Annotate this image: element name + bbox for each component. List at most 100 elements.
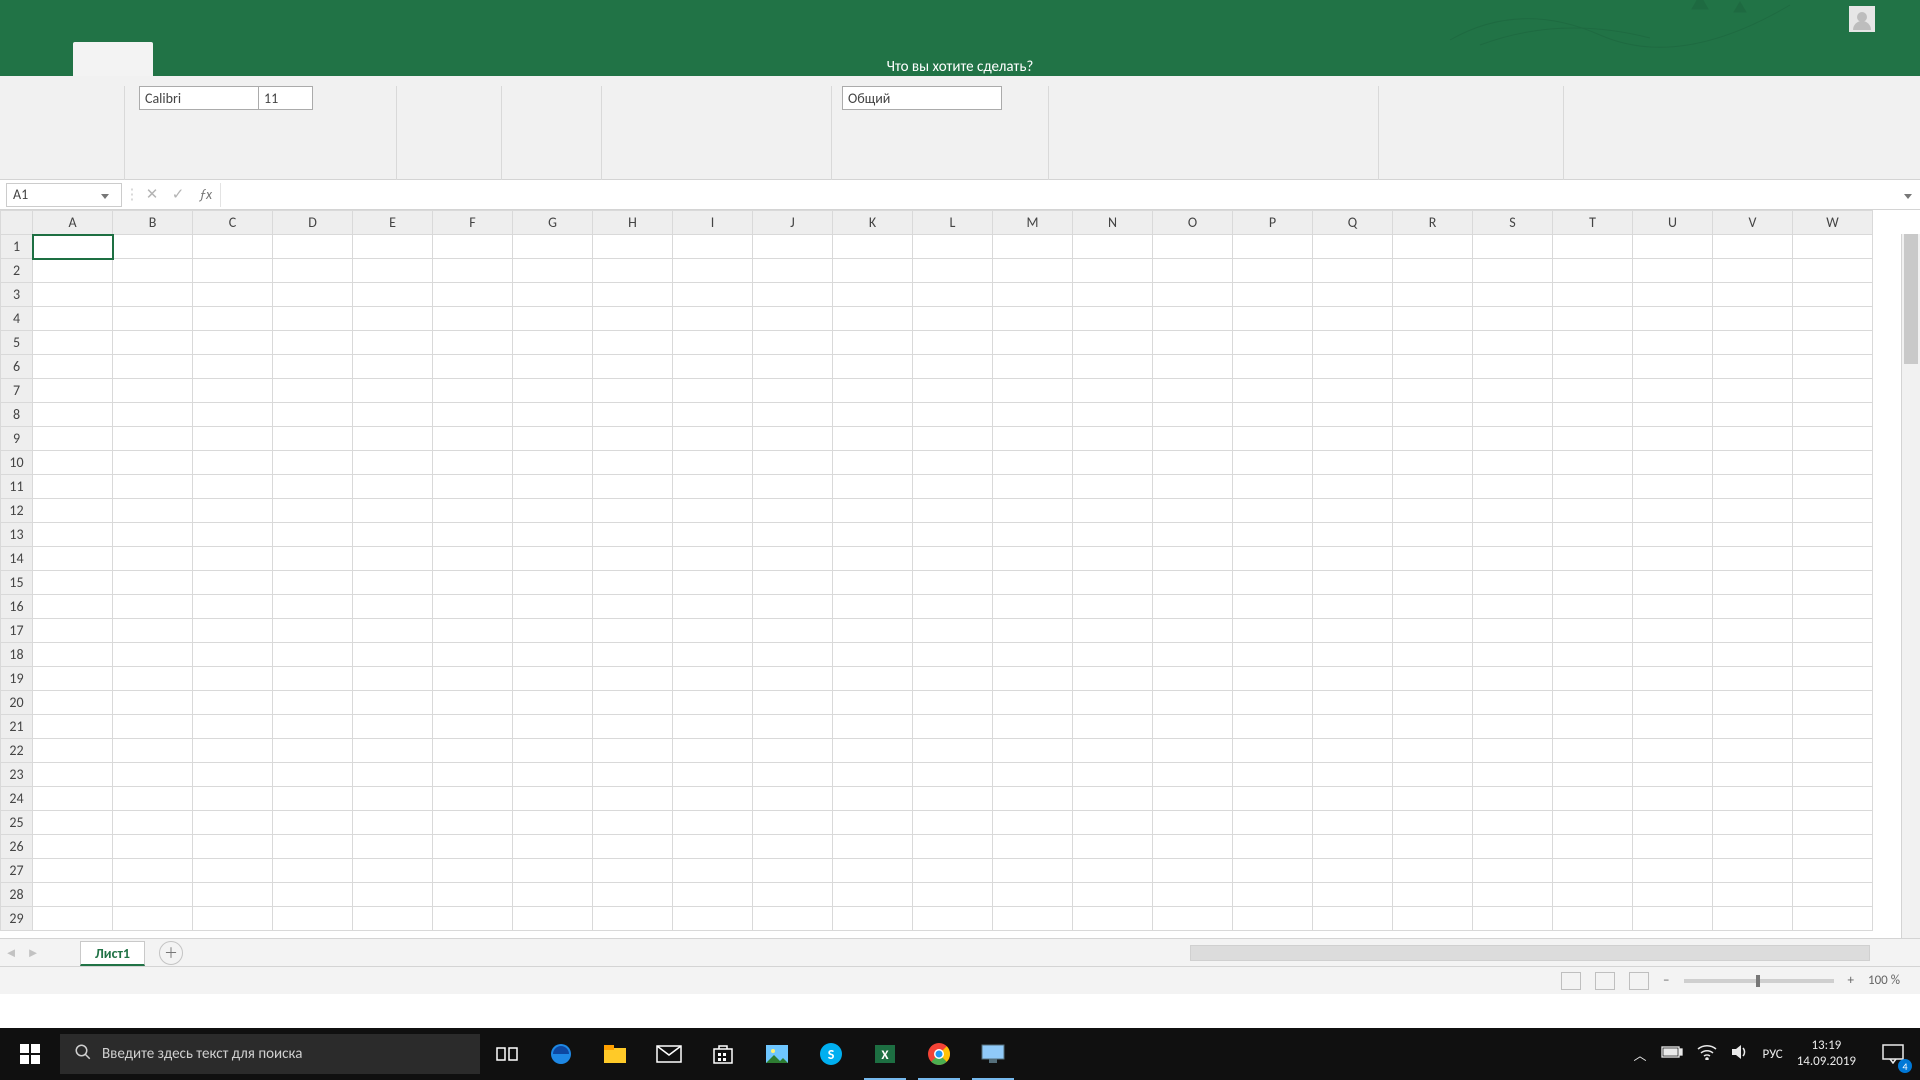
cell[interactable] (1473, 907, 1553, 931)
cell[interactable] (1073, 235, 1153, 259)
name-box-dropdown[interactable] (101, 186, 119, 204)
cell[interactable] (1473, 763, 1553, 787)
cell[interactable] (513, 259, 593, 283)
cell[interactable] (753, 595, 833, 619)
cell[interactable] (1073, 451, 1153, 475)
cell[interactable] (753, 283, 833, 307)
cell[interactable] (1393, 547, 1473, 571)
cell[interactable] (1313, 619, 1393, 643)
cell[interactable] (593, 715, 673, 739)
cell[interactable] (433, 571, 513, 595)
font-name-combo[interactable]: Calibri (139, 86, 259, 110)
cell[interactable] (1393, 619, 1473, 643)
cell[interactable] (513, 379, 593, 403)
cell[interactable] (1153, 451, 1233, 475)
cell[interactable] (593, 643, 673, 667)
cell[interactable] (1153, 691, 1233, 715)
cell[interactable] (1313, 595, 1393, 619)
cell[interactable] (513, 475, 593, 499)
name-box[interactable]: A1 (6, 183, 122, 207)
cell[interactable] (1633, 907, 1713, 931)
cell[interactable] (1153, 235, 1233, 259)
cell[interactable] (993, 787, 1073, 811)
cell[interactable] (673, 259, 753, 283)
cell[interactable] (193, 475, 273, 499)
cell[interactable] (513, 499, 593, 523)
cell[interactable] (833, 307, 913, 331)
cell[interactable] (33, 523, 113, 547)
row-header[interactable]: 20 (1, 691, 33, 715)
cell[interactable] (1153, 715, 1233, 739)
cell[interactable] (353, 307, 433, 331)
cell[interactable] (1713, 907, 1793, 931)
cell[interactable] (193, 235, 273, 259)
column-header[interactable]: B (113, 211, 193, 235)
cell[interactable] (33, 907, 113, 931)
cell[interactable] (1153, 595, 1233, 619)
column-header[interactable]: I (673, 211, 753, 235)
cell[interactable] (353, 475, 433, 499)
cell[interactable] (33, 883, 113, 907)
cell[interactable] (1313, 331, 1393, 355)
cell[interactable] (113, 283, 193, 307)
cell[interactable] (993, 619, 1073, 643)
cell[interactable] (273, 883, 353, 907)
cell[interactable] (193, 811, 273, 835)
cell[interactable] (33, 643, 113, 667)
cell[interactable] (1153, 739, 1233, 763)
cell[interactable] (913, 595, 993, 619)
cell[interactable] (593, 739, 673, 763)
cell[interactable] (1153, 763, 1233, 787)
cell[interactable] (1233, 283, 1313, 307)
cell[interactable] (753, 571, 833, 595)
cell[interactable] (1153, 547, 1233, 571)
cell[interactable] (1073, 403, 1153, 427)
cell[interactable] (1793, 571, 1873, 595)
cell[interactable] (1393, 595, 1473, 619)
cell[interactable] (1313, 811, 1393, 835)
task-view-button[interactable] (480, 1028, 534, 1080)
cell[interactable] (753, 499, 833, 523)
cell[interactable] (33, 451, 113, 475)
cell[interactable] (753, 691, 833, 715)
cell[interactable] (1073, 355, 1153, 379)
horizontal-scrollbar[interactable] (1190, 945, 1870, 961)
cell[interactable] (273, 859, 353, 883)
zoom-level[interactable]: 100 % (1868, 973, 1900, 988)
font-size-combo[interactable]: 11 (258, 86, 313, 110)
cell[interactable] (1633, 787, 1713, 811)
cell[interactable] (833, 595, 913, 619)
cell[interactable] (1153, 787, 1233, 811)
cell[interactable] (273, 787, 353, 811)
cell[interactable] (1793, 667, 1873, 691)
column-header[interactable]: M (993, 211, 1073, 235)
cell[interactable] (1473, 379, 1553, 403)
cell[interactable] (993, 379, 1073, 403)
cell[interactable] (1073, 427, 1153, 451)
taskbar-app-chrome[interactable] (912, 1028, 966, 1080)
cell[interactable] (273, 595, 353, 619)
cell[interactable] (353, 691, 433, 715)
cell[interactable] (1393, 859, 1473, 883)
cell[interactable] (353, 355, 433, 379)
cell[interactable] (833, 331, 913, 355)
cell[interactable] (193, 859, 273, 883)
cell[interactable] (1233, 595, 1313, 619)
cell[interactable] (33, 715, 113, 739)
row-header[interactable]: 22 (1, 739, 33, 763)
cell[interactable] (833, 835, 913, 859)
cell[interactable] (113, 667, 193, 691)
cell[interactable] (353, 739, 433, 763)
cell[interactable] (193, 835, 273, 859)
cell[interactable] (913, 907, 993, 931)
volume-icon[interactable] (1731, 1044, 1749, 1064)
cell[interactable] (113, 787, 193, 811)
cell[interactable] (1233, 259, 1313, 283)
cell[interactable] (353, 235, 433, 259)
cell[interactable] (753, 379, 833, 403)
cell[interactable] (433, 235, 513, 259)
cell[interactable] (593, 355, 673, 379)
row-header[interactable]: 12 (1, 499, 33, 523)
cell[interactable] (1713, 811, 1793, 835)
cell[interactable] (993, 883, 1073, 907)
